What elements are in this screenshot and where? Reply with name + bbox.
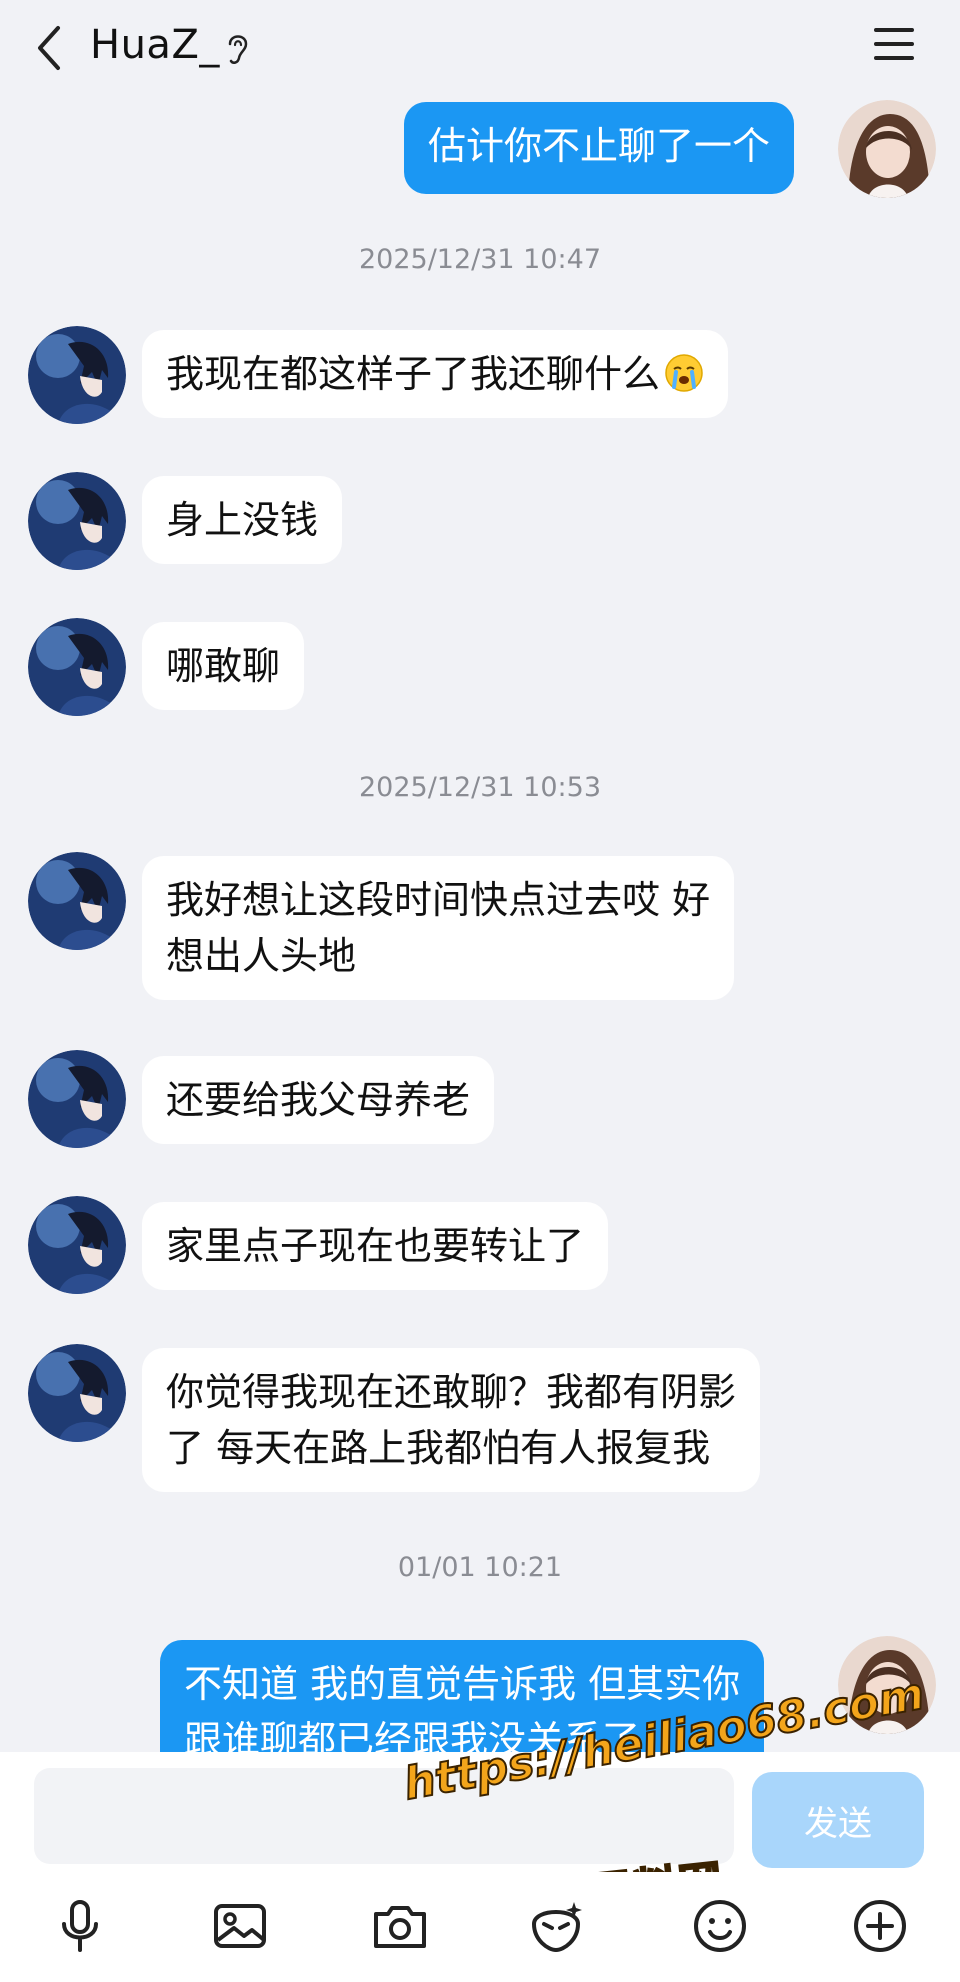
chat-header: HuaZ_ [0, 0, 960, 96]
message-text-line: 我好想让这段时间快点过去哎 好 [166, 878, 711, 922]
timestamp: 2025/12/31 10:53 [358, 772, 601, 803]
message-list[interactable]: 估计你不止聊了一个 2025/12/31 10:47 我现在都这样子了我还聊什么… [0, 96, 960, 1756]
message-text-line: 跟谁聊都已经跟我没关系了 [184, 1718, 641, 1756]
ear-icon [222, 28, 252, 68]
image-icon[interactable] [208, 1894, 272, 1958]
smiley-icon[interactable] [688, 1894, 752, 1958]
crying-face-emoji [664, 352, 704, 392]
incoming-message-bubble[interactable]: 还要给我父母养老 [142, 1056, 495, 1144]
outgoing-message-bubble[interactable]: 不知道 我的直觉告诉我 但其实你 跟谁聊都已经跟我没关系了 [160, 1640, 765, 1756]
incoming-message-bubble[interactable]: 我现在都这样子了我还聊什么 [142, 330, 729, 418]
incoming-message-bubble[interactable]: 我好想让这段时间快点过去哎 好 想出人头地 [142, 856, 735, 1000]
timestamp: 01/01 10:21 [397, 1552, 563, 1583]
contact-avatar[interactable] [28, 326, 126, 424]
message-text: 身上没钱 [166, 498, 319, 542]
incoming-message-bubble[interactable]: 身上没钱 [142, 476, 343, 564]
contact-avatar[interactable] [28, 852, 126, 950]
message-text: 我现在都这样子了我还聊什么 [166, 352, 661, 396]
message-text-line: 你觉得我现在还敢聊？我都有阴影 [166, 1370, 737, 1414]
chevron-left-icon[interactable] [30, 20, 70, 76]
timestamp: 2025/12/31 10:47 [358, 244, 601, 275]
input-toolbar [0, 1872, 960, 1982]
message-text-line: 想出人头地 [166, 934, 357, 978]
message-text-line: 了 每天在路上我都怕有人报复我 [166, 1426, 711, 1470]
send-button[interactable]: 发送 [752, 1772, 924, 1868]
incoming-message-bubble[interactable]: 你觉得我现在还敢聊？我都有阴影 了 每天在路上我都怕有人报复我 [142, 1348, 761, 1492]
sticker-icon[interactable] [524, 1894, 588, 1958]
message-text-line: 不知道 我的直觉告诉我 但其实你 [184, 1662, 741, 1706]
message-text: 还要给我父母养老 [166, 1078, 471, 1122]
message-text: 估计你不止聊了一个 [428, 124, 771, 168]
contact-avatar[interactable] [28, 1196, 126, 1294]
chat-title[interactable]: HuaZ_ [90, 22, 220, 68]
message-text: 家里点子现在也要转让了 [166, 1224, 585, 1268]
message-composer: 发送 [0, 1752, 960, 1872]
incoming-message-bubble[interactable]: 家里点子现在也要转让了 [142, 1202, 609, 1290]
microphone-icon[interactable] [48, 1894, 112, 1958]
contact-avatar[interactable] [28, 1050, 126, 1148]
camera-icon[interactable] [368, 1894, 432, 1958]
contact-avatar[interactable] [28, 1344, 126, 1442]
outgoing-message-bubble[interactable]: 估计你不止聊了一个 [404, 102, 795, 194]
message-input[interactable] [34, 1768, 734, 1864]
contact-avatar[interactable] [28, 472, 126, 570]
hamburger-menu-icon[interactable] [870, 22, 918, 66]
plus-circle-icon[interactable] [848, 1894, 912, 1958]
message-text: 哪敢聊 [166, 644, 281, 688]
incoming-message-bubble[interactable]: 哪敢聊 [142, 622, 305, 710]
contact-avatar[interactable] [28, 618, 126, 716]
my-avatar[interactable] [838, 1636, 936, 1734]
my-avatar[interactable] [838, 100, 936, 198]
